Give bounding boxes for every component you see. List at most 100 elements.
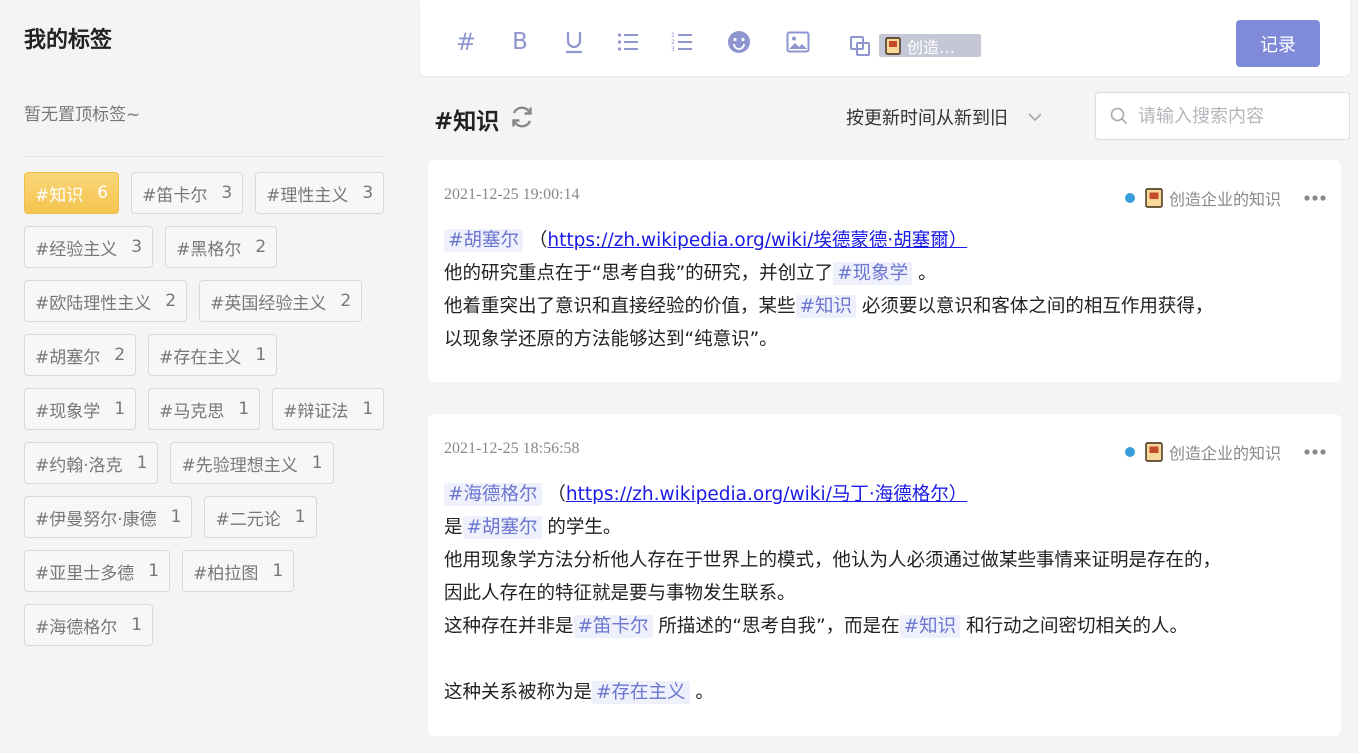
tag-chip-name: #胡塞尔 <box>35 347 101 368</box>
tag-chip-name: #知识 <box>35 185 84 206</box>
search-box[interactable] <box>1095 92 1350 140</box>
tag-chip-name: #海德格尔 <box>35 617 118 638</box>
note-text: 的学生。 <box>541 517 622 538</box>
tag-chip-name: #经验主义 <box>35 239 118 260</box>
book-link-icon[interactable] <box>844 30 876 62</box>
note-line: 因此人存在的特征就是要与事物发生联系。 <box>444 577 1325 610</box>
inline-tag[interactable]: #知识 <box>899 615 961 638</box>
note-text: 。 <box>912 263 937 284</box>
tag-chip-count: 2 <box>165 291 177 311</box>
note-line: #海德格尔 （https://zh.wikipedia.org/wiki/马丁·… <box>444 478 1325 511</box>
tag-chip-name: #笛卡尔 <box>142 185 208 206</box>
tag-chip-count: 1 <box>255 345 267 365</box>
tag-chip[interactable]: #亚里士多德 1 <box>24 550 171 592</box>
inline-link[interactable]: https://zh.wikipedia.org/wiki/埃德蒙德·胡塞爾） <box>547 230 967 251</box>
selected-book-chip[interactable]: 创造… <box>879 34 981 57</box>
tag-chip-count: 1 <box>311 453 323 473</box>
more-icon[interactable] <box>1303 448 1327 456</box>
tag-chip-name: #柏拉图 <box>193 563 259 584</box>
tag-chip[interactable]: #欧陆理性主义 2 <box>24 280 188 322</box>
tag-chip-count: 2 <box>114 345 126 365</box>
inline-tag[interactable]: #胡塞尔 <box>444 229 524 252</box>
inline-tag[interactable]: #存在主义 <box>592 681 690 704</box>
bullet-list-icon[interactable] <box>612 26 644 58</box>
tag-chip[interactable]: #经验主义 3 <box>24 226 154 268</box>
inline-tag[interactable]: #现象学 <box>833 262 913 285</box>
tag-chip-name: #存在主义 <box>159 347 242 368</box>
chevron-down-icon <box>1028 113 1042 122</box>
note-line: 是 #胡塞尔 的学生。 <box>444 511 1325 544</box>
note-card: 2021-12-25 19:00:14 创造企业的知识 #胡塞尔 （https://… <box>428 160 1341 382</box>
search-input[interactable] <box>1138 105 1338 127</box>
tag-chip[interactable]: #伊曼努尔·康德 1 <box>24 496 193 538</box>
tag-chip[interactable]: #海德格尔 1 <box>24 604 154 646</box>
emoji-icon[interactable] <box>723 26 755 58</box>
tag-chip-name: #黑格尔 <box>176 239 242 260</box>
note-line: 他用现象学方法分析他人存在于世界上的模式，他认为人必须通过做某些事情来证明是存在… <box>444 544 1325 577</box>
tag-chip-name: #辩证法 <box>283 401 349 422</box>
inline-tag[interactable]: #海德格尔 <box>444 483 542 506</box>
numbered-list-icon[interactable]: 123 <box>666 26 698 58</box>
image-icon[interactable] <box>782 26 814 58</box>
bold-icon[interactable]: B <box>504 26 536 58</box>
tag-chip[interactable]: #二元论 1 <box>204 496 317 538</box>
underline-icon[interactable] <box>558 26 590 58</box>
note-card: 2021-12-25 18:56:58 创造企业的知识 #海德格尔 （https:/… <box>428 414 1341 736</box>
hash-icon[interactable]: # <box>450 26 482 58</box>
tag-chip-count: 1 <box>131 615 143 635</box>
record-button[interactable]: 记录 <box>1236 20 1320 67</box>
tag-chip[interactable]: #现象学 1 <box>24 388 137 430</box>
more-icon[interactable] <box>1303 194 1327 202</box>
tag-chip-count: 1 <box>114 399 126 419</box>
note-line: 他着重突出了意识和直接经验的价值，某些 #知识 必须要以意识和客体之间的相互作用获… <box>444 290 1325 323</box>
sort-label: 按更新时间从新到旧 <box>846 108 1008 129</box>
tag-chip[interactable]: #笛卡尔 3 <box>131 172 244 214</box>
sidebar-divider <box>24 156 384 157</box>
inline-tag[interactable]: #笛卡尔 <box>573 615 653 638</box>
note-text: 是 <box>444 517 463 538</box>
tag-chip-count: 1 <box>170 507 182 527</box>
note-book-title[interactable]: 创造企业的知识 <box>1169 186 1281 210</box>
inline-link[interactable]: https://zh.wikipedia.org/wiki/马丁·海德格尔） <box>566 484 967 505</box>
tag-chip-name: #伊曼努尔·康德 <box>35 509 157 530</box>
tag-chip-count: 3 <box>131 237 143 257</box>
sidebar: 我的标签 暂无置顶标签~ #知识 6 #笛卡尔 3 #理性主义 3 #经验主义 3 #黑格尔 2 #… <box>0 0 410 753</box>
tag-chip[interactable]: #黑格尔 2 <box>165 226 278 268</box>
tag-chip[interactable]: #存在主义 1 <box>148 334 278 376</box>
note-text: 他的研究重点在于“思考自我”的研究，并创立了 <box>444 263 834 284</box>
tag-chip[interactable]: #辩证法 1 <box>272 388 385 430</box>
note-editor[interactable]: # B 123 创造… 记录 <box>420 0 1350 76</box>
tag-chip[interactable]: #先验理想主义 1 <box>170 442 334 484</box>
tag-chip[interactable]: #知识 6 <box>24 172 120 214</box>
note-text: 。 <box>689 682 714 703</box>
note-body: #海德格尔 （https://zh.wikipedia.org/wiki/马丁·… <box>444 478 1325 709</box>
tag-chip[interactable]: #理性主义 3 <box>255 172 385 214</box>
sort-select[interactable]: 按更新时间从新到旧 <box>846 104 1044 130</box>
tag-chip-count: 1 <box>272 561 284 581</box>
tag-chip-name: #先验理想主义 <box>181 455 298 476</box>
note-text: 他用现象学方法分析他人存在于世界上的模式，他认为人必须通过做某些事情来证明是存在… <box>444 550 1222 571</box>
tag-chip[interactable]: #胡塞尔 2 <box>24 334 137 376</box>
note-text: 这种存在并非是 <box>444 616 574 637</box>
tag-chip-count: 1 <box>294 507 306 527</box>
refresh-icon[interactable] <box>509 104 535 130</box>
tag-chip[interactable]: #英国经验主义 2 <box>199 280 363 322</box>
note-text: （ <box>523 230 548 251</box>
inline-tag[interactable]: #胡塞尔 <box>462 516 542 539</box>
note-line <box>444 643 1325 676</box>
note-meta: 创造企业的知识 <box>1124 440 1327 464</box>
tag-list: #知识 6 #笛卡尔 3 #理性主义 3 #经验主义 3 #黑格尔 2 #欧陆理性主义 2 #英国经验主… <box>24 172 394 646</box>
tag-chip[interactable]: #马克思 1 <box>148 388 261 430</box>
inline-tag[interactable]: #知识 <box>795 295 857 318</box>
pinned-tags-empty: 暂无置顶标签~ <box>24 105 141 125</box>
book-icon <box>885 36 901 55</box>
tag-chip-count: 3 <box>221 183 233 203</box>
note-text: 因此人存在的特征就是要与事物发生联系。 <box>444 583 796 604</box>
tag-chip[interactable]: #柏拉图 1 <box>182 550 295 592</box>
note-book-title[interactable]: 创造企业的知识 <box>1169 440 1281 464</box>
note-text: 这种关系被称为是 <box>444 682 593 703</box>
tag-chip-name: #约翰·洛克 <box>35 455 123 476</box>
svg-text:3: 3 <box>671 46 675 53</box>
tag-chip[interactable]: #约翰·洛克 1 <box>24 442 159 484</box>
note-text: 以现象学还原的方法能够达到“纯意识”。 <box>444 329 778 350</box>
